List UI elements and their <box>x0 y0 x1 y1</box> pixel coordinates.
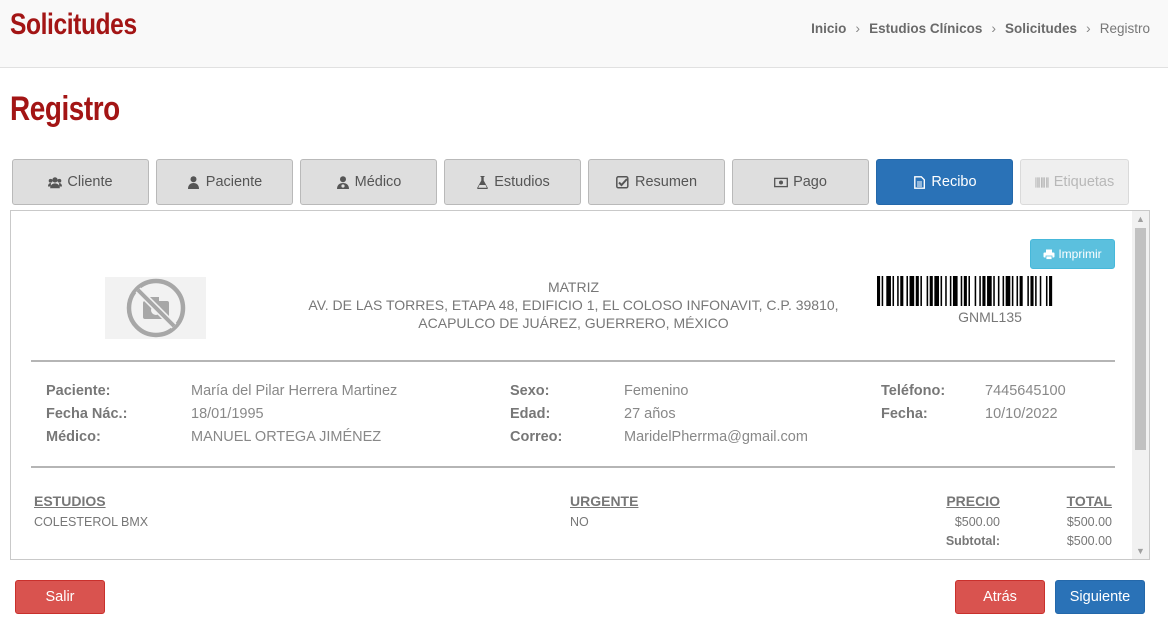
tab-label: Paciente <box>205 174 263 190</box>
table-header-row: ESTUDIOS URGENTE PRECIO TOTAL <box>32 491 1114 513</box>
address-line-2: ACAPULCO DE JUÁREZ, GUERRERO, MÉXICO <box>418 315 729 331</box>
no-photo-icon <box>105 277 206 339</box>
check-square-icon <box>616 175 630 189</box>
tab-label: Estudios <box>494 174 550 190</box>
branch-address: MATRIZ AV. DE LAS TORRES, ETAPA 48, EDIF… <box>281 278 866 332</box>
vertical-scrollbar[interactable]: ▲ ▼ <box>1132 211 1149 559</box>
breadcrumb-solicitudes[interactable]: Solicitudes <box>1005 21 1077 36</box>
fecha-value: 10/10/2022 <box>985 406 1058 422</box>
divider <box>31 360 1115 362</box>
tab-label: Cliente <box>67 174 113 190</box>
cell-total: $500.00 <box>1066 515 1112 529</box>
breadcrumb-separator: › <box>1086 20 1091 36</box>
users-icon <box>48 175 63 189</box>
fecha-nac-value: 18/01/1995 <box>191 406 264 422</box>
user-icon <box>187 175 201 189</box>
breadcrumb-separator: › <box>991 20 997 36</box>
fecha-nac-label: Fecha Nác.: <box>46 406 128 422</box>
print-icon <box>1043 249 1055 260</box>
tab-medico[interactable]: Médico <box>300 159 437 205</box>
paciente-label: Paciente: <box>46 383 111 399</box>
tab-estudios[interactable]: Estudios <box>444 159 581 205</box>
page-title: Registro <box>10 90 120 128</box>
atras-button[interactable]: Atrás <box>955 580 1045 614</box>
col-precio: PRECIO <box>946 493 1000 509</box>
tab-cliente[interactable]: Cliente <box>12 159 149 205</box>
fecha-label: Fecha: <box>881 406 928 422</box>
sexo-value: Femenino <box>624 383 689 399</box>
correo-value: MaridelPherrma@gmail.com <box>624 429 808 445</box>
col-total: TOTAL <box>1066 493 1112 509</box>
breadcrumb-separator: › <box>855 20 861 36</box>
medico-label: Médico: <box>46 429 101 445</box>
cell-precio: $500.00 <box>954 515 1000 529</box>
tab-label: Médico <box>354 174 402 190</box>
col-estudios: ESTUDIOS <box>34 493 106 509</box>
receipt-panel: Imprimir MATRIZ AV. DE LAS TORRES, ETAPA… <box>10 210 1150 560</box>
print-label: Imprimir <box>1058 247 1102 261</box>
scrollbar-thumb[interactable] <box>1135 228 1146 450</box>
money-icon <box>774 175 789 189</box>
tab-resumen[interactable]: Resumen <box>588 159 725 205</box>
cell-estudio: COLESTEROL BMX <box>34 515 149 529</box>
subtotal-value: $500.00 <box>1066 534 1112 548</box>
medico-value: MANUEL ORTEGA JIMÉNEZ <box>191 429 382 445</box>
tab-pago[interactable]: Pago <box>732 159 869 205</box>
subtotal-label: Subtotal: <box>945 534 1000 548</box>
table-row: COLESTEROL BMX NO $500.00 $500.00 <box>32 513 1114 532</box>
print-button[interactable]: Imprimir <box>1030 239 1115 269</box>
breadcrumb-estudios-clinicos[interactable]: Estudios Clínicos <box>869 21 982 36</box>
barcode-icon <box>1035 175 1049 189</box>
flask-icon <box>475 175 489 189</box>
edad-value: 27 años <box>624 406 676 422</box>
edad-label: Edad: <box>510 406 551 422</box>
telefono-label: Teléfono: <box>881 383 946 399</box>
telefono-value: 7445645100 <box>985 383 1066 399</box>
user-md-icon <box>336 175 350 189</box>
divider <box>31 466 1115 468</box>
app-title: Solicitudes <box>10 8 137 41</box>
tab-paciente[interactable]: Paciente <box>156 159 293 205</box>
breadcrumb-inicio[interactable]: Inicio <box>811 21 846 36</box>
salir-button[interactable]: Salir <box>15 580 105 614</box>
siguiente-button[interactable]: Siguiente <box>1055 580 1145 614</box>
tab-label: Recibo <box>931 174 977 190</box>
tab-recibo[interactable]: Recibo <box>876 159 1013 205</box>
barcode-text: GNML135 <box>958 309 1022 325</box>
paciente-value: María del Pilar Herrera Martinez <box>191 383 398 399</box>
subtotal-row: Subtotal: $500.00 <box>32 532 1114 551</box>
top-bar: Solicitudes Inicio › Estudios Clínicos ›… <box>0 0 1168 68</box>
correo-label: Correo: <box>510 429 563 445</box>
breadcrumb-registro: Registro <box>1099 20 1150 36</box>
address-line-1: AV. DE LAS TORRES, ETAPA 48, EDIFICIO 1,… <box>308 297 839 313</box>
branch-name: MATRIZ <box>547 279 600 295</box>
tab-label: Resumen <box>634 174 698 190</box>
file-text-icon <box>912 175 926 189</box>
wizard-tabs: Cliente Paciente Médico Estudios Resumen… <box>12 159 1129 205</box>
tab-label: Etiquetas <box>1053 174 1115 190</box>
tab-label: Pago <box>793 174 827 190</box>
cell-urgente: NO <box>570 515 589 529</box>
scroll-down-arrow-icon[interactable]: ▼ <box>1132 543 1149 559</box>
col-urgente: URGENTE <box>570 493 639 509</box>
sexo-label: Sexo: <box>510 383 550 399</box>
breadcrumb: Inicio › Estudios Clínicos › Solicitudes… <box>811 20 1150 36</box>
tab-etiquetas: Etiquetas <box>1020 159 1129 205</box>
barcode-graphic <box>877 276 1053 306</box>
scroll-up-arrow-icon[interactable]: ▲ <box>1132 211 1149 227</box>
studies-table: ESTUDIOS URGENTE PRECIO TOTAL COLESTEROL… <box>32 491 1114 551</box>
